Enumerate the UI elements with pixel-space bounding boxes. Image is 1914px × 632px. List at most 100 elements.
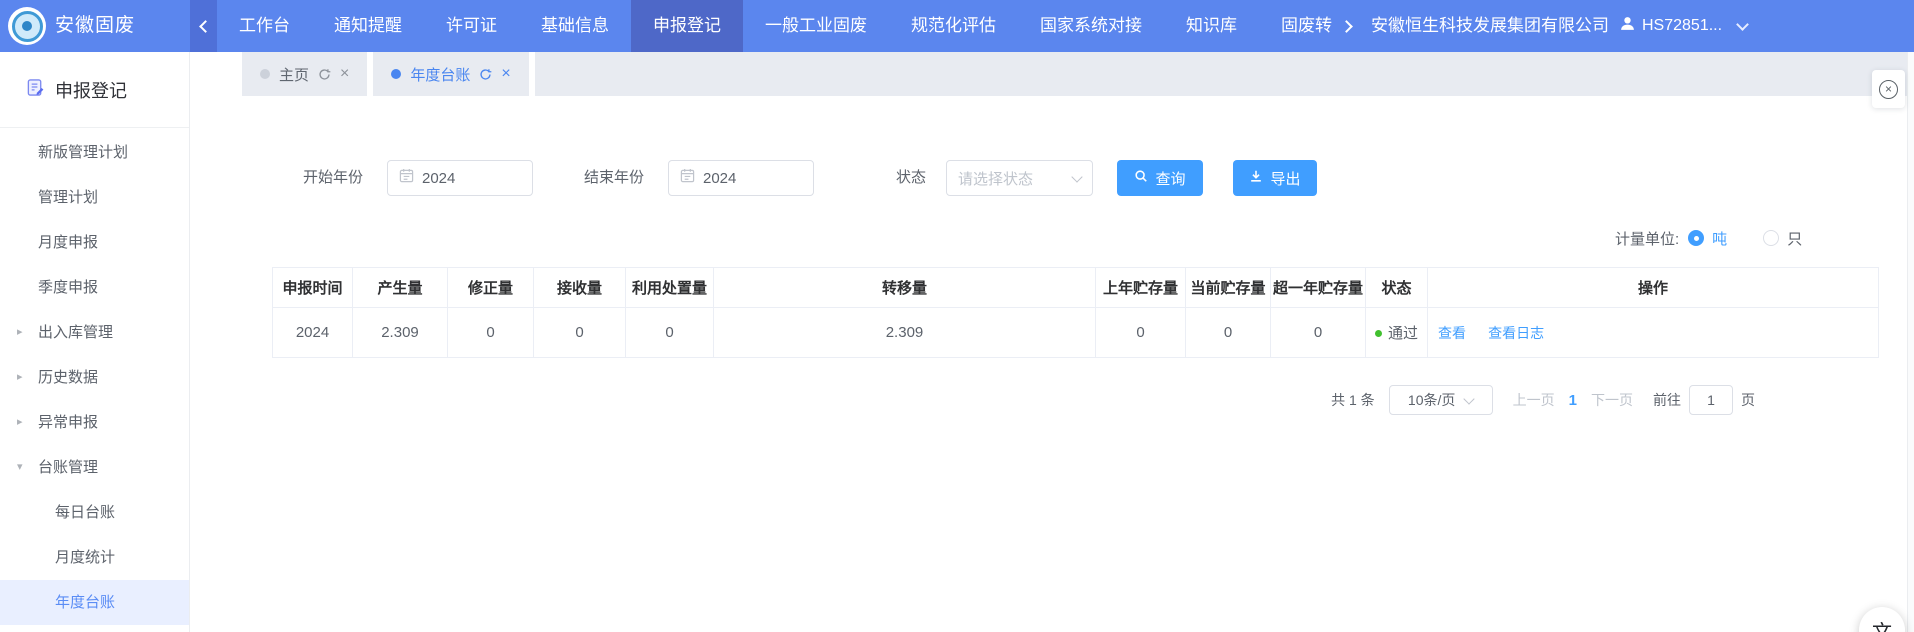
- sidebar-item-new-management-plan[interactable]: 新版管理计划: [0, 130, 189, 175]
- sidebar-title: 申报登记: [55, 77, 127, 103]
- unit-row: 计量单位: 吨 只: [1615, 226, 1802, 250]
- calendar-icon: [680, 168, 695, 188]
- table-header-row: 申报时间 产生量 修正量 接收量 利用处置量 转移量 上年贮存量 当前贮存量 超…: [273, 268, 1879, 308]
- col-actions: 操作: [1428, 268, 1879, 308]
- sidebar-item-ledger-management[interactable]: ▾ 台账管理: [0, 445, 189, 490]
- view-log-link[interactable]: 查看日志: [1488, 325, 1544, 341]
- page-size-select[interactable]: 10条/页: [1389, 385, 1493, 415]
- col-over-one-year-storage: 超一年贮存量: [1271, 268, 1366, 308]
- radio-pcs-label[interactable]: 只: [1787, 228, 1802, 249]
- radio-pcs[interactable]: [1763, 230, 1779, 246]
- nav-item-standardization-assessment[interactable]: 规范化评估: [889, 0, 1018, 52]
- caret-right-icon: ▸: [17, 355, 23, 400]
- cell-utilized: 0: [626, 308, 714, 358]
- brand-title: 安徽固废: [55, 0, 135, 52]
- caret-right-icon: ▸: [17, 400, 23, 445]
- nav-item-notifications[interactable]: 通知提醒: [312, 0, 424, 52]
- close-all-tabs-button[interactable]: ×: [1872, 70, 1905, 108]
- refresh-icon[interactable]: [479, 68, 492, 81]
- user-menu[interactable]: HS72851...: [1619, 0, 1747, 52]
- col-utilized: 利用处置量: [626, 268, 714, 308]
- tabbar-left-pad: [190, 52, 242, 96]
- sidebar-item-daily-ledger[interactable]: 每日台账: [0, 490, 189, 535]
- user-icon: [1619, 15, 1636, 37]
- sidebar-item-quarterly-declaration[interactable]: 季度申报: [0, 265, 189, 310]
- search-icon: [1134, 169, 1148, 187]
- chevron-left-icon: [199, 20, 212, 33]
- tab-home[interactable]: 主页 ×: [242, 52, 367, 96]
- tab-separator: [529, 52, 535, 96]
- tab-status-dot: [260, 69, 270, 79]
- topbar: 安徽固废 工作台 通知提醒 许可证 基础信息 申报登记 一般工业固废 规范化评估…: [0, 0, 1914, 52]
- top-nav: 工作台 通知提醒 许可证 基础信息 申报登记 一般工业固废 规范化评估 国家系统…: [217, 0, 1747, 52]
- nav-item-declaration[interactable]: 申报登记: [631, 0, 743, 52]
- col-current-storage: 当前贮存量: [1186, 268, 1271, 308]
- start-year-input[interactable]: [422, 170, 512, 187]
- page-unit-label: 页: [1741, 390, 1755, 410]
- prev-page-button[interactable]: 上一页: [1513, 390, 1555, 410]
- nav-item-basic-info[interactable]: 基础信息: [519, 0, 631, 52]
- radio-ton-label[interactable]: 吨: [1712, 228, 1727, 249]
- caret-down-icon: ▾: [17, 445, 23, 490]
- sidebar-item-label: 历史数据: [38, 369, 98, 386]
- chevron-down-icon: [1071, 171, 1082, 182]
- end-year-input[interactable]: [703, 170, 793, 187]
- page-number-1[interactable]: 1: [1569, 392, 1577, 409]
- refresh-icon[interactable]: [318, 68, 331, 81]
- search-button[interactable]: 查询: [1117, 160, 1203, 196]
- nav-item-workbench[interactable]: 工作台: [217, 0, 312, 52]
- circled-close-icon: ×: [1879, 80, 1898, 99]
- cell-received: 0: [534, 308, 626, 358]
- download-icon: [1249, 169, 1263, 187]
- sidebar-item-abnormal-declaration[interactable]: ▸ 异常申报: [0, 400, 189, 445]
- col-transferred: 转移量: [714, 268, 1096, 308]
- tabbar: 主页 × 年度台账 ×: [190, 52, 1907, 96]
- close-icon[interactable]: ×: [340, 66, 349, 82]
- sidebar-item-annual-ledger[interactable]: 年度台账: [0, 580, 189, 625]
- tab-home-label: 主页: [279, 64, 309, 85]
- caret-right-icon: ▸: [17, 310, 23, 355]
- nav-scroll-left-button[interactable]: [190, 0, 217, 52]
- chevron-right-icon: [1340, 20, 1353, 33]
- annual-ledger-table: 申报时间 产生量 修正量 接收量 利用处置量 转移量 上年贮存量 当前贮存量 超…: [272, 267, 1879, 358]
- pagination-total: 共 1 条: [1331, 390, 1375, 410]
- cell-prev-year-storage: 0: [1096, 308, 1186, 358]
- sidebar-item-monthly-stats[interactable]: 月度统计: [0, 535, 189, 580]
- cell-corrected: 0: [448, 308, 534, 358]
- sidebar-item-monthly-declaration[interactable]: 月度申报: [0, 220, 189, 265]
- col-declare-time: 申报时间: [273, 268, 353, 308]
- cell-declare-time: 2024: [273, 308, 353, 358]
- unit-label: 计量单位:: [1615, 228, 1679, 249]
- export-button[interactable]: 导出: [1233, 160, 1317, 196]
- sidebar-item-label: 台账管理: [38, 459, 98, 476]
- end-year-picker[interactable]: [668, 160, 814, 196]
- tab-annual-ledger[interactable]: 年度台账 ×: [373, 52, 528, 96]
- close-icon[interactable]: ×: [501, 66, 510, 82]
- sidebar-item-management-plan[interactable]: 管理计划: [0, 175, 189, 220]
- start-year-picker[interactable]: [387, 160, 533, 196]
- cell-over-one-year-storage: 0: [1271, 308, 1366, 358]
- nav-item-license[interactable]: 许可证: [424, 0, 519, 52]
- goto-page-input[interactable]: [1689, 385, 1733, 415]
- sidebar: 申报登记 新版管理计划 管理计划 月度申报 季度申报 ▸ 出入库管理 ▸ 历史数…: [0, 52, 190, 632]
- nav-item-national-system[interactable]: 国家系统对接: [1018, 0, 1164, 52]
- nav-item-knowledge-base[interactable]: 知识库: [1164, 0, 1259, 52]
- nav-item-waste-transfer[interactable]: 固废转: [1259, 0, 1336, 52]
- next-page-button[interactable]: 下一页: [1591, 390, 1633, 410]
- chevron-down-icon: [1736, 18, 1749, 31]
- radio-ton[interactable]: [1688, 230, 1704, 246]
- col-status: 状态: [1366, 268, 1428, 308]
- search-button-label: 查询: [1155, 168, 1185, 189]
- scrollbar-track[interactable]: [1907, 52, 1914, 632]
- sidebar-item-history-data[interactable]: ▸ 历史数据: [0, 355, 189, 400]
- chevron-down-icon: [1464, 393, 1475, 404]
- sidebar-header: 申报登记: [0, 52, 189, 128]
- cell-actions: 查看 查看日志: [1428, 308, 1879, 358]
- view-link[interactable]: 查看: [1438, 325, 1466, 341]
- nav-item-general-industrial-waste[interactable]: 一般工业固废: [743, 0, 889, 52]
- status-select[interactable]: 请选择状态: [946, 160, 1093, 196]
- company-name[interactable]: 安徽恒生科技发展集团有限公司: [1371, 0, 1609, 52]
- sidebar-item-inout-warehouse[interactable]: ▸ 出入库管理: [0, 310, 189, 355]
- pagination: 共 1 条 10条/页 上一页 1 下一页 前往 页: [1331, 385, 1755, 415]
- nav-scroll-right-button[interactable]: [1336, 0, 1361, 52]
